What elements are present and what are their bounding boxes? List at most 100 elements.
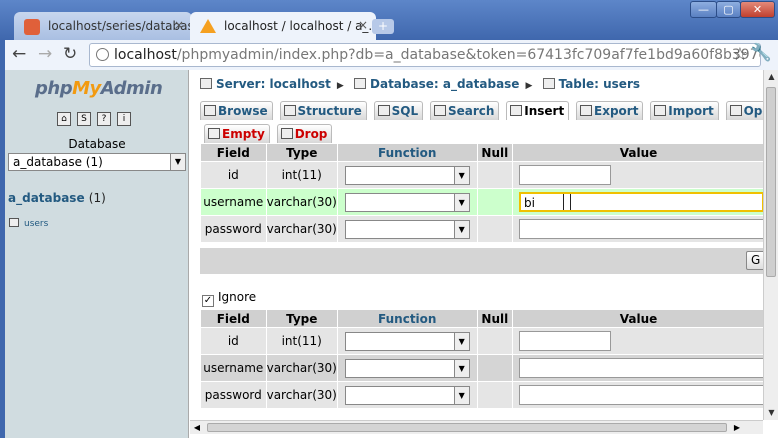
horizontal-scrollbar[interactable]: ◀ ▶ (190, 420, 763, 434)
tab-sql[interactable]: SQL (373, 101, 424, 120)
table-row: username varchar(30) ▼ (200, 354, 763, 382)
import-icon (654, 105, 667, 116)
table-link-users[interactable]: users (9, 218, 48, 229)
tab-title: localhost / localhost / a_... (224, 19, 376, 33)
function-select[interactable]: ▼ (344, 192, 470, 212)
field-name: password (200, 381, 267, 409)
tab-search[interactable]: Search (429, 101, 500, 120)
header-value: Value (512, 143, 763, 162)
phpmyadmin-logo[interactable]: phpMyAdmin (35, 78, 163, 99)
null-cell (476, 381, 514, 409)
close-tab-icon[interactable]: × (174, 18, 184, 32)
insert-form-2: Field Type Function Null Value id int(11… (200, 309, 763, 409)
browser-tab-phpmyadmin[interactable]: localhost / localhost / a_... × (190, 12, 376, 40)
value-input-id[interactable] (519, 331, 611, 351)
close-tab-icon[interactable]: × (358, 18, 368, 32)
table-row: username varchar(30) ▼ bi (200, 188, 763, 216)
field-type: varchar(30) (265, 381, 338, 409)
browser-tab-series[interactable]: localhost/series/database... × (14, 12, 192, 40)
new-tab-button[interactable]: + (372, 19, 394, 34)
help-icon[interactable]: i (117, 112, 131, 126)
header-function[interactable]: Function (336, 143, 478, 162)
field-type: varchar(30) (265, 188, 338, 216)
table-row: id int(11) ▼ (200, 327, 763, 355)
function-select[interactable]: ▼ (344, 358, 470, 378)
breadcrumb-database[interactable]: Database: a_database (370, 77, 519, 91)
chevron-down-icon: ▼ (453, 220, 469, 238)
ignore-label: Ignore (218, 290, 257, 304)
scroll-left-icon[interactable]: ◀ (190, 421, 204, 434)
chevron-down-icon: ▼ (453, 332, 469, 350)
tab-structure[interactable]: Structure (279, 101, 367, 120)
ignore-checkbox[interactable]: ✓ (202, 295, 214, 307)
tab-export[interactable]: Export (576, 101, 644, 120)
database-link[interactable]: a_database (1) (8, 191, 106, 205)
pma-favicon-icon (200, 19, 216, 33)
tab-empty[interactable]: Empty (204, 124, 270, 143)
table-icon (9, 218, 19, 227)
value-input-password[interactable] (519, 219, 763, 239)
table-tabs: Browse Structure SQL Search Insert Expor… (200, 101, 763, 121)
database-select[interactable]: a_database (1) ▼ (8, 153, 186, 171)
close-window-button[interactable]: ✕ (740, 1, 775, 18)
chevron-down-icon: ▼ (453, 193, 469, 211)
value-input-username[interactable]: bi (519, 192, 763, 212)
function-select[interactable]: ▼ (344, 219, 470, 239)
field-name: id (200, 327, 267, 355)
function-select[interactable]: ▼ (344, 165, 470, 185)
vertical-scrollbar[interactable]: ▲ ▼ (763, 70, 778, 420)
chevron-down-icon: ▼ (453, 359, 469, 377)
null-cell (476, 161, 514, 189)
value-input-id[interactable] (519, 165, 611, 185)
function-select[interactable]: ▼ (344, 331, 470, 351)
ignore-checkbox-row: ✓ Ignore (202, 290, 256, 307)
scroll-down-icon[interactable]: ▼ (764, 406, 778, 420)
header-field: Field (200, 143, 267, 162)
chevron-down-icon: ▼ (453, 386, 469, 404)
field-type: int(11) (265, 327, 338, 355)
breadcrumb: Server: localhost ▶ Database: a_database ▶… (200, 77, 640, 91)
browser-frame: localhost/series/database... × localhost… (0, 0, 778, 438)
scroll-right-icon[interactable]: ▶ (730, 421, 744, 434)
field-type: varchar(30) (265, 354, 338, 382)
scroll-thumb[interactable] (766, 87, 776, 277)
sidebar-icons: ⌂ S? i (57, 110, 137, 126)
value-input-password[interactable] (519, 385, 763, 405)
field-name: id (200, 161, 267, 189)
sql-icon (377, 105, 390, 116)
field-name: username (200, 354, 267, 382)
header-type: Type (265, 309, 338, 328)
header-null: Null (476, 143, 514, 162)
value-input-username[interactable] (519, 358, 763, 378)
tab-browse[interactable]: Browse (200, 101, 273, 120)
scroll-thumb[interactable] (207, 423, 727, 432)
address-bar[interactable]: localhost/phpmyadmin/index.php?db=a_data… (89, 43, 761, 67)
chevron-down-icon: ▼ (170, 154, 185, 170)
tab-operations[interactable]: Operations (725, 101, 763, 120)
database-label: Database (68, 137, 126, 151)
tab-drop[interactable]: Drop (276, 124, 333, 143)
forward-icon[interactable]: → (38, 46, 52, 63)
scroll-up-icon[interactable]: ▲ (764, 70, 778, 84)
reload-icon[interactable]: ↻ (63, 46, 77, 63)
tab-insert[interactable]: Insert (506, 101, 570, 120)
function-select[interactable]: ▼ (344, 385, 470, 405)
docs-icon[interactable]: ? (97, 112, 111, 126)
page-viewport: phpMyAdmin ⌂ S? i Database a_database (1) … (5, 70, 778, 438)
maximize-button[interactable]: ▢ (716, 1, 741, 18)
breadcrumb-table[interactable]: Table: users (559, 77, 640, 91)
table-row: password varchar(30) ▼ (200, 215, 763, 243)
header-function[interactable]: Function (336, 309, 478, 328)
pma-sidebar: phpMyAdmin ⌂ S? i Database a_database (1) … (5, 70, 189, 438)
breadcrumb-server[interactable]: Server: localhost (216, 77, 331, 91)
wrench-menu-icon[interactable]: 🔧 (751, 43, 772, 63)
sql-icon[interactable]: S (77, 112, 91, 126)
home-icon[interactable]: ⌂ (57, 112, 71, 126)
browse-icon (204, 105, 216, 116)
text-cursor-icon (563, 194, 571, 210)
minimize-button[interactable]: — (690, 1, 717, 18)
bookmark-star-icon[interactable]: ☆ (732, 44, 748, 65)
drop-icon (280, 128, 293, 139)
tab-import[interactable]: Import (650, 101, 719, 120)
back-icon[interactable]: ← (12, 46, 26, 63)
